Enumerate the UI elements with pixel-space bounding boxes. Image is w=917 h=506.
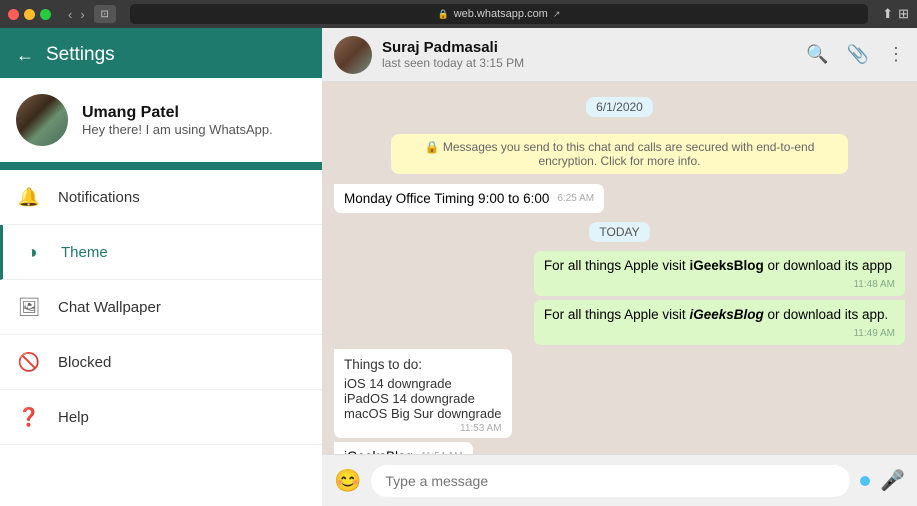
message-todo-4: Things to do: iOS 14 downgrade iPadOS 14… [334, 349, 512, 438]
chat-area: Suraj Padmasali last seen today at 3:15 … [322, 28, 917, 506]
bold-text: iGeeksBlog [689, 258, 763, 273]
traffic-lights [8, 9, 51, 20]
today-badge-text: TODAY [589, 222, 649, 242]
sidebar-title: Settings [46, 44, 115, 66]
message-sent-3: For all things Apple visit iGeeksBlog or… [534, 300, 905, 345]
notifications-icon: 🔔 [16, 184, 42, 210]
search-button[interactable]: 🔍 [806, 44, 828, 65]
browser-chrome: ‹ › ⊡ 🔒 web.whatsapp.com ↗ ⬆ ⊞ [0, 0, 917, 28]
message-input[interactable] [371, 465, 850, 497]
message-time: 11:54 AM [421, 450, 463, 454]
share-button[interactable]: ⬆ [882, 6, 893, 22]
chat-contact-avatar [334, 36, 372, 74]
mic-button[interactable]: 🎤 [880, 468, 905, 493]
chat-contact-info: Suraj Padmasali last seen today at 3:15 … [382, 39, 796, 70]
sidebar-item-help[interactable]: ❓ Help [0, 390, 322, 445]
chat-wallpaper-icon: 🖼 [16, 294, 42, 320]
date-badge: 6/1/2020 [586, 98, 653, 116]
profile-section[interactable]: Umang Patel Hey there! I am using WhatsA… [0, 78, 322, 162]
chat-last-seen: last seen today at 3:15 PM [382, 56, 796, 70]
encryption-notice: 🔒 Messages you send to this chat and cal… [391, 134, 848, 174]
emoji-button[interactable]: 😊 [334, 468, 361, 494]
attach-button[interactable]: 📎 [847, 44, 869, 65]
external-link-icon: ↗ [553, 9, 561, 20]
notifications-label: Notifications [58, 189, 140, 206]
message-time: 11:49 AM [853, 327, 895, 341]
back-button[interactable]: ← [16, 45, 34, 66]
menu-button[interactable]: ⋮ [887, 44, 905, 65]
profile-info: Umang Patel Hey there! I am using WhatsA… [82, 104, 306, 137]
message-time: 11:53 AM [460, 423, 502, 434]
todo-title: Things to do: [344, 357, 502, 372]
forward-nav-button[interactable]: › [77, 7, 87, 22]
italic-bold-text: iGeeksBlog [689, 307, 763, 322]
message-time: 11:48 AM [853, 278, 895, 292]
today-badge: TODAY [589, 223, 649, 241]
message-text: iGeeksBlog [344, 449, 413, 454]
message-received-5: iGeeksBlog 11:54 AM [334, 442, 473, 454]
minimize-button[interactable] [24, 9, 35, 20]
browser-actions: ⬆ ⊞ [882, 6, 909, 22]
input-bar: 😊 🎤 [322, 454, 917, 506]
close-button[interactable] [8, 9, 19, 20]
maximize-button[interactable] [40, 9, 51, 20]
theme-icon: ◑ [19, 239, 45, 265]
todo-item-1: iOS 14 downgrade [344, 376, 502, 391]
profile-status: Hey there! I am using WhatsApp. [82, 122, 306, 137]
app-container: ← Settings Umang Patel Hey there! I am u… [0, 28, 917, 506]
avatar [16, 94, 68, 146]
url-text: web.whatsapp.com [454, 8, 548, 20]
chat-wallpaper-label: Chat Wallpaper [58, 299, 161, 316]
blocked-icon: 🚫 [16, 349, 42, 375]
sidebar-item-blocked[interactable]: 🚫 Blocked [0, 335, 322, 390]
help-icon: ❓ [16, 404, 42, 430]
message-text: Monday Office Timing 9:00 to 6:00 [344, 191, 549, 206]
chat-header-actions: 🔍 📎 ⋮ [806, 44, 905, 65]
todo-item-3: macOS Big Sur downgrade [344, 406, 502, 421]
blocked-label: Blocked [58, 354, 111, 371]
encryption-text: 🔒 Messages you send to this chat and cal… [425, 140, 815, 168]
menu-list: 🔔 Notifications ◑ Theme 🖼 Chat Wallpaper… [0, 170, 322, 506]
messages-area[interactable]: 6/1/2020 🔒 Messages you send to this cha… [322, 82, 917, 454]
sidebar: ← Settings Umang Patel Hey there! I am u… [0, 28, 322, 506]
message-received-1: Monday Office Timing 9:00 to 6:00 6:25 A… [334, 184, 604, 213]
profile-name: Umang Patel [82, 104, 306, 122]
message-time: 6:25 AM [557, 192, 594, 206]
date-badge-text: 6/1/2020 [586, 97, 653, 117]
back-nav-button[interactable]: ‹ [65, 7, 75, 22]
avatar-image [16, 94, 68, 146]
todo-item-2: iPadOS 14 downgrade [344, 391, 502, 406]
theme-label: Theme [61, 244, 108, 261]
window-button[interactable]: ⊡ [94, 5, 116, 23]
address-bar[interactable]: 🔒 web.whatsapp.com ↗ [130, 4, 869, 24]
sidebar-item-notifications[interactable]: 🔔 Notifications [0, 170, 322, 225]
chat-contact-name: Suraj Padmasali [382, 39, 796, 56]
help-label: Help [58, 409, 89, 426]
send-status-indicator [860, 476, 870, 486]
sidebar-item-theme[interactable]: ◑ Theme [0, 225, 322, 280]
add-bookmark-button[interactable]: ⊞ [898, 6, 909, 22]
nav-arrows: ‹ › [65, 7, 88, 22]
sidebar-header: ← Settings [0, 28, 322, 78]
chat-header: Suraj Padmasali last seen today at 3:15 … [322, 28, 917, 82]
lock-icon: 🔒 [437, 9, 448, 20]
sidebar-item-chat-wallpaper[interactable]: 🖼 Chat Wallpaper [0, 280, 322, 335]
message-sent-2: For all things Apple visit iGeeksBlog or… [534, 251, 905, 296]
